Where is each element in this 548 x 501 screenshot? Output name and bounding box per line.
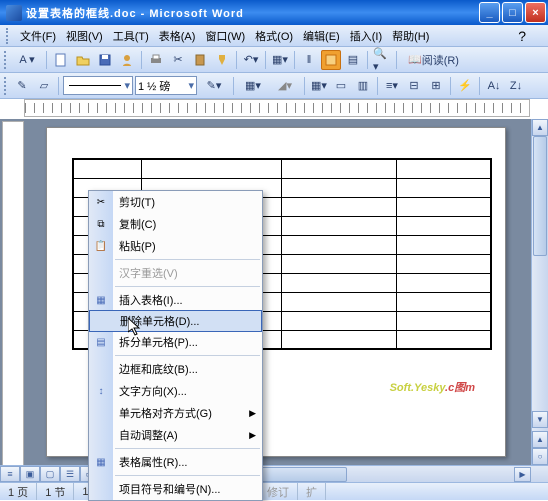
maximize-button[interactable]: □ xyxy=(502,2,523,23)
columns-button[interactable]: ‖ xyxy=(299,50,319,70)
web-view-button[interactable]: ▣ xyxy=(20,466,40,482)
prev-page-button[interactable]: ▲ xyxy=(532,431,548,448)
align-button[interactable]: ≡▾ xyxy=(382,76,402,96)
menu-edit[interactable]: 编辑(E) xyxy=(299,26,344,46)
insert-table-button-2[interactable]: ▦▾ xyxy=(309,76,329,96)
ctx-table-properties[interactable]: ▦表格属性(R)... xyxy=(89,451,262,473)
font-dropdown[interactable]: A ▾ xyxy=(12,50,42,70)
text-direction-icon: ↕ xyxy=(93,383,109,399)
print-view-button[interactable]: ▢ xyxy=(40,466,60,482)
document-area: Soft.Yesky.c图m ▲ ▼ ▲ ○ ▼ xyxy=(0,119,548,482)
copy-icon: ⧉ xyxy=(93,216,109,232)
ctx-autofit[interactable]: 自动调整(A)▶ xyxy=(89,424,262,446)
ctx-insert-table[interactable]: ▦插入表格(I)... xyxy=(89,289,262,311)
ctx-text-direction[interactable]: ↕文字方向(X)... xyxy=(89,380,262,402)
split-icon: ▤ xyxy=(93,334,109,350)
insert-table-button[interactable]: ▦▾ xyxy=(270,50,290,70)
outline-view-button[interactable]: ☰ xyxy=(60,466,80,482)
paste-button[interactable] xyxy=(190,50,210,70)
toolbar-handle[interactable] xyxy=(4,77,8,95)
print-button[interactable] xyxy=(146,50,166,70)
menu-insert[interactable]: 插入(I) xyxy=(346,26,386,46)
scroll-right-button[interactable]: ▶ xyxy=(514,467,531,482)
menu-bar: 文件(F) 视图(V) 工具(T) 表格(A) 窗口(W) 格式(O) 编辑(E… xyxy=(0,25,548,47)
line-style-combo[interactable]: ▾ xyxy=(63,76,133,95)
paste-icon: 📋 xyxy=(93,238,109,254)
tables-borders-toolbar: ✎ ▱ ▾ 1 ½ 磅▾ ✎▾ ▦▾ ◢▾ ▦▾ ▭ ▥ ≡▾ ⊟ ⊞ ⚡ A↓… xyxy=(0,73,548,99)
table-props-icon: ▦ xyxy=(93,454,109,470)
ctx-reconvert: 汉字重选(V) xyxy=(89,262,262,284)
eraser-button[interactable]: ▱ xyxy=(34,76,54,96)
submenu-arrow-icon: ▶ xyxy=(249,408,256,419)
distribute-rows-button[interactable]: ⊟ xyxy=(404,76,424,96)
submenu-arrow-icon: ▶ xyxy=(249,430,256,441)
undo-button[interactable]: ↶▾ xyxy=(241,50,261,70)
context-menu: ✂剪切(T) ⧉复制(C) 📋粘贴(P) 汉字重选(V) ▦插入表格(I)...… xyxy=(88,190,263,501)
ctx-bullets-numbering[interactable]: 项目符号和编号(N)... xyxy=(89,478,262,500)
sort-asc-button[interactable]: A↓ xyxy=(484,76,504,96)
ctx-copy[interactable]: ⧉复制(C) xyxy=(89,213,262,235)
cut-icon: ✂ xyxy=(93,194,109,210)
browse-object-button[interactable]: ○ xyxy=(532,448,548,465)
merge-cells-button[interactable]: ▭ xyxy=(331,76,351,96)
window-title: 设置表格的框线.doc - Microsoft Word xyxy=(26,5,479,21)
zoom-dropdown[interactable]: 🔍▾ xyxy=(372,50,392,70)
table-icon: ▦ xyxy=(93,292,109,308)
status-ext[interactable]: 扩 xyxy=(298,483,326,500)
autoformat-button[interactable]: ⚡ xyxy=(455,76,475,96)
horizontal-strip: ≡ ▣ ▢ ☰ ▭ ◀ ▶ xyxy=(0,465,548,482)
menu-view[interactable]: 视图(V) xyxy=(62,26,107,46)
standard-toolbar: A ▾ ✂ ↶▾ ▦▾ ‖ ▤ 🔍▾ 📖 阅读(R) xyxy=(0,47,548,73)
cut-button[interactable]: ✂ xyxy=(168,50,188,70)
scroll-down-button[interactable]: ▼ xyxy=(532,411,548,428)
border-color-button[interactable]: ✎▾ xyxy=(199,76,229,96)
menu-help[interactable]: 帮助(H) xyxy=(388,26,433,46)
scroll-thumb[interactable] xyxy=(533,136,547,256)
minimize-button[interactable]: _ xyxy=(479,2,500,23)
help-ask-icon[interactable]: ? xyxy=(514,26,530,46)
menu-window[interactable]: 窗口(W) xyxy=(201,26,249,46)
app-icon xyxy=(6,5,22,21)
split-cells-button[interactable]: ▥ xyxy=(353,76,373,96)
vertical-ruler[interactable] xyxy=(2,121,24,480)
format-painter-button[interactable] xyxy=(212,50,232,70)
read-button[interactable]: 📖 阅读(R) xyxy=(401,50,466,70)
status-section: 1 节 xyxy=(37,483,74,500)
horizontal-ruler[interactable] xyxy=(24,99,530,117)
close-button[interactable]: × xyxy=(525,2,546,23)
status-page: 1 页 xyxy=(0,483,37,500)
menu-tools[interactable]: 工具(T) xyxy=(109,26,153,46)
scroll-up-button[interactable]: ▲ xyxy=(532,119,548,136)
ctx-paste[interactable]: 📋粘贴(P) xyxy=(89,235,262,257)
watermark: Soft.Yesky.c图m xyxy=(390,375,475,396)
borders-button[interactable]: ▦▾ xyxy=(238,76,268,96)
line-weight-combo[interactable]: 1 ½ 磅▾ xyxy=(135,76,197,95)
new-button[interactable] xyxy=(51,50,71,70)
menu-file[interactable]: 文件(F) xyxy=(16,26,60,46)
toolbar-handle[interactable] xyxy=(4,51,8,69)
shading-button[interactable]: ◢▾ xyxy=(270,76,300,96)
ctx-split-cells[interactable]: ▤拆分单元格(P)... xyxy=(89,331,262,353)
menu-table[interactable]: 表格(A) xyxy=(155,26,200,46)
open-button[interactable] xyxy=(73,50,93,70)
normal-view-button[interactable]: ≡ xyxy=(0,466,20,482)
doc-map-button[interactable]: ▤ xyxy=(343,50,363,70)
status-bar: 1 页 1 节 1/1 位置 1 行 1 列 录制 修订 扩 xyxy=(0,482,548,500)
show-marks-button[interactable] xyxy=(321,50,341,70)
draw-table-button[interactable]: ✎ xyxy=(12,76,32,96)
status-rev[interactable]: 修订 xyxy=(259,483,298,500)
permission-button[interactable] xyxy=(117,50,137,70)
vertical-scrollbar[interactable]: ▲ ▼ ▲ ○ ▼ xyxy=(531,119,548,482)
title-bar: 设置表格的框线.doc - Microsoft Word _ □ × xyxy=(0,0,548,25)
menu-format[interactable]: 格式(O) xyxy=(251,26,297,46)
distribute-cols-button[interactable]: ⊞ xyxy=(426,76,446,96)
sort-desc-button[interactable]: Z↓ xyxy=(506,76,526,96)
view-buttons: ≡ ▣ ▢ ☰ ▭ xyxy=(0,466,100,482)
save-button[interactable] xyxy=(95,50,115,70)
ctx-cut[interactable]: ✂剪切(T) xyxy=(89,191,262,213)
toolbar-handle[interactable] xyxy=(6,28,10,44)
ctx-delete-cells[interactable]: 删除单元格(D)... xyxy=(89,310,262,332)
ctx-cell-alignment[interactable]: 单元格对齐方式(G)▶ xyxy=(89,402,262,424)
ctx-borders-shading[interactable]: 边框和底纹(B)... xyxy=(89,358,262,380)
